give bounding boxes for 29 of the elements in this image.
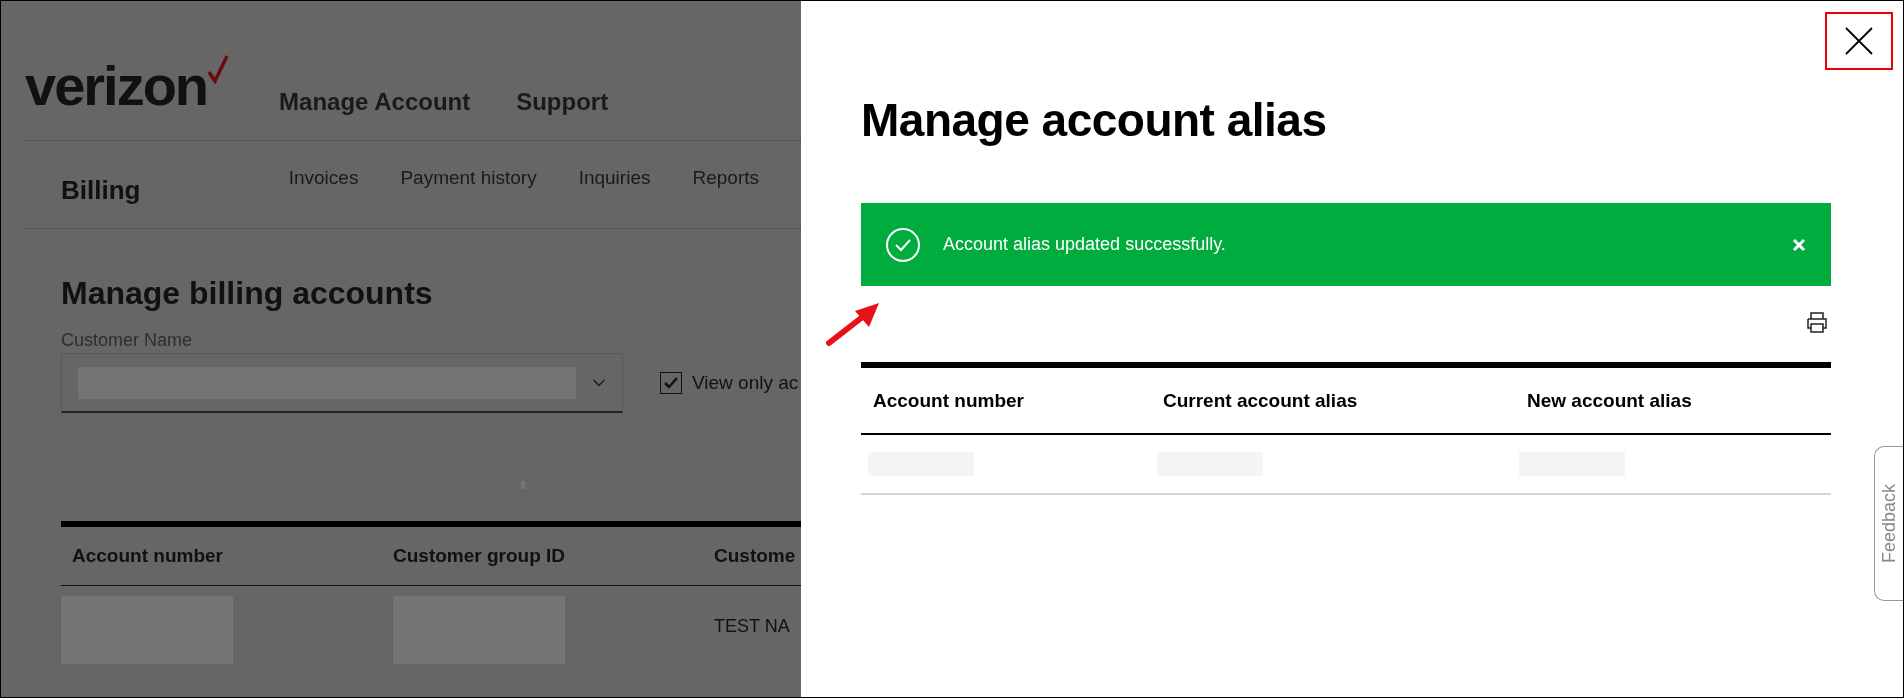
subnav-link[interactable]: Inquiries — [578, 167, 651, 189]
column-header: Custome — [714, 545, 797, 567]
subnav-link[interactable]: Reports — [692, 167, 759, 189]
close-icon[interactable] — [1791, 236, 1807, 253]
nav-link[interactable]: Support — [516, 88, 609, 140]
nav-link[interactable]: Manage Account — [279, 88, 471, 140]
modal-title: Manage account alias — [861, 93, 1328, 147]
verizon-logo[interactable]: verizon — [25, 58, 230, 140]
check-circle-icon — [885, 226, 921, 263]
section-title: Billing — [61, 175, 142, 206]
checkbox[interactable] — [660, 372, 682, 394]
table-cell-text: TEST NA — [714, 616, 791, 638]
column-header: Customer group ID — [393, 545, 567, 567]
alert-message: Account alias updated successfully. — [943, 234, 1227, 255]
column-header: Current account alias — [1163, 389, 1359, 412]
column-header: Account number — [72, 545, 224, 567]
column-header: New account alias — [1527, 389, 1693, 412]
close-button[interactable] — [1825, 12, 1893, 70]
customer-select[interactable] — [61, 353, 623, 413]
column-header: Account number — [873, 389, 1025, 412]
close-icon — [1844, 26, 1874, 56]
print-icon[interactable] — [1805, 310, 1829, 334]
checkbox-label: View only ac — [692, 372, 799, 394]
page-title: Manage billing accounts — [61, 275, 434, 312]
feedback-tab[interactable]: Feedback — [1874, 446, 1903, 601]
field-label: Customer Name — [61, 330, 194, 351]
subnav-link[interactable]: Invoices — [288, 167, 359, 189]
check-icon — [663, 376, 679, 390]
subnav-link[interactable]: Payment history — [400, 167, 537, 189]
